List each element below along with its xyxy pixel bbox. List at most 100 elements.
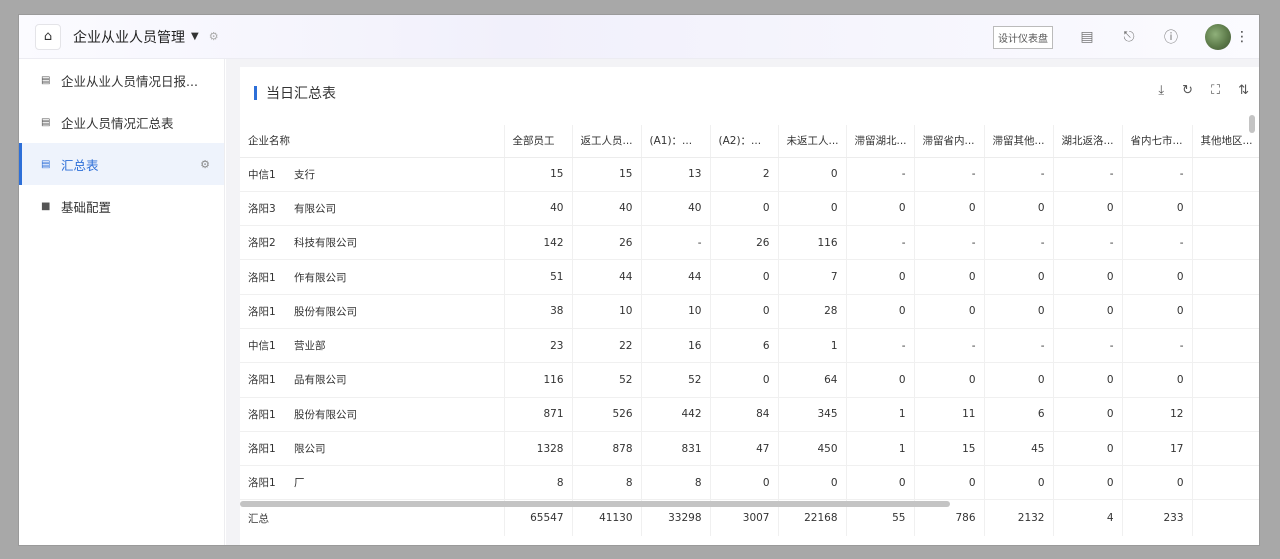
column-header[interactable]: 湖北返洛... <box>1052 125 1122 158</box>
table-cell: 15 <box>571 157 641 192</box>
sidebar-item-staff-summary[interactable]: ▤ 企业人员情况汇总表 <box>19 101 224 143</box>
table-cell: 0 <box>1121 294 1192 329</box>
table-cell: - <box>913 225 984 261</box>
table-row[interactable]: 洛阳1 股份有限公司 871 526 442 84 345 1 11 6 0 12 <box>240 397 1259 432</box>
table-row[interactable]: 洛阳1 品有限公司 116 52 52 0 64 0 0 0 0 0 <box>240 362 1259 398</box>
company-name-prefix: 洛阳1 <box>248 305 276 318</box>
table-row[interactable]: 中信1 营业部 23 22 16 6 1- - - - - <box>240 328 1259 364</box>
table-cell: 15 <box>913 431 984 467</box>
table-cell: 6 <box>709 328 778 364</box>
table-cell: 0 <box>1052 294 1122 329</box>
report-icon: ▤ <box>41 116 51 128</box>
refresh-icon[interactable]: ↻ <box>1182 83 1193 98</box>
table-cell: 1 <box>845 431 914 467</box>
table-cell: - <box>913 328 984 364</box>
data-table-container[interactable]: 企业名称 全部员工 返工人员... (A1)：... (A2)：... 未返工人... 滞留… <box>240 125 1259 545</box>
table-row[interactable]: 洛阳1 作有限公司 51 44 44 0 7 0 0 0 0 0 <box>240 259 1259 295</box>
table-row[interactable]: 洛阳1限公司132887883147450115450172 <box>240 431 1259 467</box>
table-row[interactable]: 洛阳1 厂 8 8 8 0 0 0 0 0 0 0 <box>240 465 1259 501</box>
avatar[interactable] <box>1205 24 1231 50</box>
document-icon[interactable]: ▤ <box>1079 29 1095 45</box>
gear-icon[interactable]: ⚙ <box>200 158 210 171</box>
bell-icon[interactable]: ⎋ <box>1121 29 1137 45</box>
table-cell <box>1191 397 1259 432</box>
more-vertical-icon[interactable]: ⋮ <box>1235 29 1249 45</box>
table-cell: 44 <box>640 259 710 295</box>
table-cell: 12 <box>1121 397 1192 432</box>
sidebar-item-daily-report[interactable]: ▤ 企业从业人员情况日报... <box>19 59 224 101</box>
home-button[interactable]: ⌂ <box>35 23 61 50</box>
company-name-suffix: 厂 <box>294 477 305 490</box>
table-cell: - <box>1052 157 1122 192</box>
table-cell: 0 <box>845 465 914 501</box>
table-cell: 0 <box>1052 362 1122 398</box>
company-name-suffix: 有限公司 <box>294 202 336 215</box>
table-cell: 878 <box>571 431 641 467</box>
company-name-suffix: 支行 <box>294 168 315 181</box>
table-cell: 23 <box>503 328 572 364</box>
column-header[interactable]: 未返工人... <box>777 125 846 158</box>
table-cell: 831 <box>640 431 710 467</box>
column-header[interactable]: (A2)：... <box>709 125 778 158</box>
help-icon[interactable]: ⓘ <box>1163 27 1179 47</box>
card-toolbar: ⤓ ↻ ⛶ ⇅ <box>1140 83 1249 98</box>
table-row[interactable]: 洛阳2 科技有限公司 142 26-26 116- - - - - <box>240 225 1259 261</box>
total-cell: 233 <box>1121 499 1192 536</box>
column-header[interactable]: 全部员工 <box>503 125 572 158</box>
table-cell: 0 <box>1052 397 1122 432</box>
company-name-prefix: 洛阳2 <box>248 237 276 250</box>
table-cell: 16 <box>640 328 710 364</box>
fullscreen-icon[interactable]: ⛶ <box>1211 83 1220 98</box>
table-cell: 0 <box>983 362 1053 398</box>
table-body: 中信1 支行 15 15 13 2 0- - - - - 洛阳3 有限公司 40 40 40 0 0 0 0 0 0 0 洛阳… <box>240 157 1259 536</box>
table-cell: - <box>983 157 1053 192</box>
sidebar-item-label: 基础配置 <box>61 199 112 215</box>
gear-icon[interactable]: ⚙ <box>209 30 219 43</box>
horizontal-scrollbar[interactable] <box>240 501 950 507</box>
table-cell: 142 <box>503 225 572 261</box>
chevron-down-icon[interactable]: ▼ <box>191 31 199 42</box>
column-header[interactable]: 滞留其他... <box>983 125 1053 158</box>
column-header-company[interactable]: 企业名称 <box>240 125 504 158</box>
table-cell: 10 <box>571 294 641 329</box>
column-header[interactable]: 省内七市... <box>1121 125 1192 158</box>
table-cell: 0 <box>1121 191 1192 227</box>
company-name-prefix: 中信1 <box>248 168 276 181</box>
table-cell: 45 <box>983 431 1053 467</box>
table-header-row: 企业名称 全部员工 返工人员... (A1)：... (A2)：... 未返工人... 滞留… <box>240 125 1259 158</box>
table-row[interactable]: 洛阳3 有限公司 40 40 40 0 0 0 0 0 0 0 <box>240 191 1259 227</box>
sort-icon[interactable]: ⇅ <box>1238 83 1249 98</box>
column-header[interactable]: 返工人员... <box>571 125 641 158</box>
company-name-cell: 洛阳3 有限公司 <box>240 191 504 227</box>
table-cell: 7 <box>777 259 846 295</box>
company-name-prefix: 洛阳1 <box>248 271 276 284</box>
report-card: 当日汇总表 ⤓ ↻ ⛶ ⇅ 企业名称 全部员工 返工人员... (A1)：... (A2 <box>240 67 1259 545</box>
table-row[interactable]: 中信1 支行 15 15 13 2 0- - - - - <box>240 157 1259 192</box>
column-header[interactable]: 滞留湖北... <box>845 125 914 158</box>
download-icon[interactable]: ⤓ <box>1158 83 1164 98</box>
table-cell: 51 <box>503 259 572 295</box>
table-cell: 116 <box>503 362 572 398</box>
table-cell: 0 <box>1052 431 1122 467</box>
company-name-prefix: 洛阳1 <box>248 443 276 456</box>
table-cell: 1328 <box>503 431 572 467</box>
sidebar-item-label: 企业人员情况汇总表 <box>61 115 174 131</box>
table-cell: 0 <box>913 362 984 398</box>
vertical-scrollbar[interactable] <box>1249 115 1255 133</box>
table-cell: 2 <box>1191 431 1259 467</box>
table-cell: 22 <box>571 328 641 364</box>
column-header[interactable]: 滞留省内... <box>913 125 984 158</box>
table-cell: 116 <box>777 225 846 261</box>
table-cell <box>1191 465 1259 501</box>
table-cell: - <box>983 328 1053 364</box>
column-header[interactable]: (A1)：... <box>640 125 710 158</box>
sidebar-item-summary-table[interactable]: ▤ 汇总表 ⚙ <box>19 143 224 185</box>
design-dashboard-button[interactable]: 设计仪表盘 <box>993 25 1053 49</box>
table-cell: 526 <box>571 397 641 432</box>
table-row[interactable]: 洛阳1 股份有限公司 38 10 10 0 28 0 0 0 0 0 <box>240 294 1259 329</box>
table-cell: 1 <box>845 397 914 432</box>
table-cell <box>1191 225 1259 261</box>
table-cell: 15 <box>503 157 572 192</box>
table-cell: 64 <box>777 362 846 398</box>
sidebar-item-basic-config[interactable]: ■ 基础配置 <box>19 185 224 227</box>
